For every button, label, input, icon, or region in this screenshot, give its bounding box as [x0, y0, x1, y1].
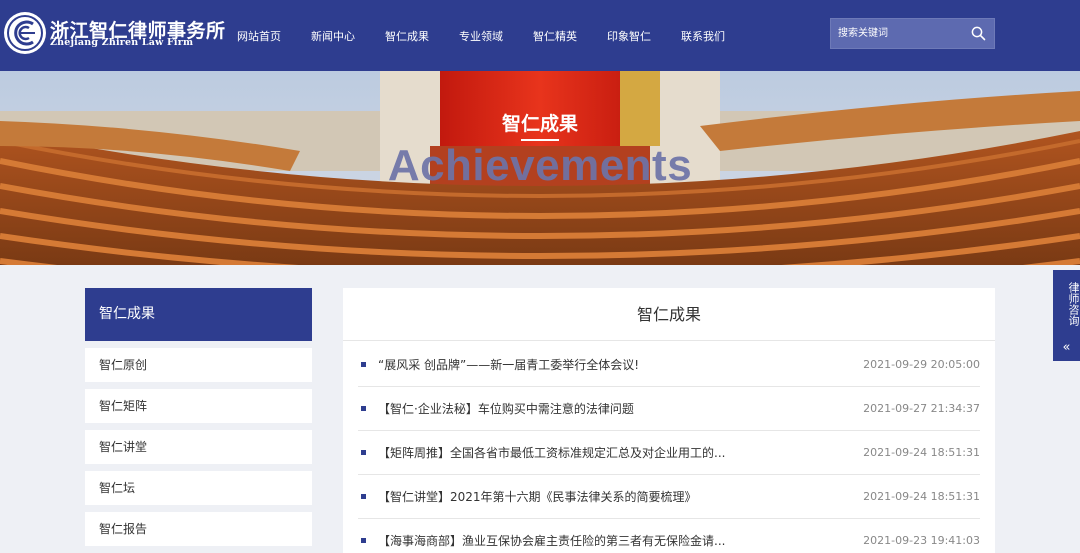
- panel-title: 智仁成果: [343, 288, 995, 341]
- bullet-icon: [361, 450, 366, 455]
- sidebar-item-matrix[interactable]: 智仁矩阵: [85, 389, 312, 423]
- article-row[interactable]: “展风采 创品牌”——新一届青工委举行全体会议! 2021-09-29 20:0…: [358, 343, 980, 387]
- article-title[interactable]: 【矩阵周推】全国各省市最低工资标准规定汇总及对企业用工的...: [378, 431, 725, 475]
- double-chevron-left-icon[interactable]: «: [1053, 341, 1080, 355]
- search-box: [830, 18, 995, 49]
- bullet-icon: [361, 538, 366, 543]
- banner-subtitle: Achievements: [387, 141, 693, 190]
- main-nav: 网站首页 新闻中心 智仁成果 专业领域 智仁精英 印象智仁 联系我们: [222, 0, 740, 71]
- bullet-icon: [361, 494, 366, 499]
- sidebar-item-lecture[interactable]: 智仁讲堂: [85, 430, 312, 464]
- article-date: 2021-09-24 18:51:31: [863, 446, 980, 459]
- article-title[interactable]: 【海事海商部】渔业互保协会雇主责任险的第三者有无保险金请...: [378, 519, 725, 553]
- article-date: 2021-09-23 19:41:03: [863, 534, 980, 547]
- sidebar-title: 智仁成果: [85, 288, 312, 341]
- banner-title: 智仁成果: [501, 113, 578, 135]
- brand-name-english: Zhejiang Zhiren Law Firm: [50, 37, 194, 48]
- article-row[interactable]: 【智仁·企业法秘】车位购买中需注意的法律问题 2021-09-27 21:34:…: [358, 387, 980, 431]
- nav-item-news[interactable]: 新闻中心: [296, 28, 370, 44]
- consult-label[interactable]: 律师咨询: [1053, 282, 1080, 326]
- article-title[interactable]: 【智仁·企业法秘】车位购买中需注意的法律问题: [378, 387, 634, 431]
- nav-item-team[interactable]: 智仁精英: [518, 28, 592, 44]
- article-row[interactable]: 【海事海商部】渔业互保协会雇主责任险的第三者有无保险金请... 2021-09-…: [358, 519, 980, 553]
- nav-item-impressions[interactable]: 印象智仁: [592, 28, 666, 44]
- search-icon[interactable]: [971, 26, 986, 41]
- nav-item-home[interactable]: 网站首页: [222, 28, 296, 44]
- firm-logo-icon[interactable]: [4, 12, 46, 54]
- sidebar-item-forum[interactable]: 智仁坛: [85, 471, 312, 505]
- bullet-icon: [361, 406, 366, 411]
- sidebar-item-report[interactable]: 智仁报告: [85, 512, 312, 546]
- content-panel: 智仁成果 “展风采 创品牌”——新一届青工委举行全体会议! 2021-09-29…: [343, 288, 995, 553]
- nav-item-practice-areas[interactable]: 专业领域: [444, 28, 518, 44]
- site-header: 浙江智仁律师事务所 Zhejiang Zhiren Law Firm 网站首页 …: [0, 0, 1080, 71]
- article-title[interactable]: 【智仁讲堂】2021年第十六期《民事法律关系的简要梳理》: [378, 475, 697, 519]
- nav-item-contact[interactable]: 联系我们: [666, 28, 740, 44]
- article-row[interactable]: 【智仁讲堂】2021年第十六期《民事法律关系的简要梳理》 2021-09-24 …: [358, 475, 980, 519]
- article-date: 2021-09-24 18:51:31: [863, 490, 980, 503]
- article-row[interactable]: 【矩阵周推】全国各省市最低工资标准规定汇总及对企业用工的... 2021-09-…: [358, 431, 980, 475]
- article-title[interactable]: “展风采 创品牌”——新一届青工委举行全体会议!: [378, 343, 639, 387]
- hero-banner: 智仁成果 Achievements: [0, 71, 1080, 265]
- lawyer-consult-tab[interactable]: 律师咨询 «: [1053, 270, 1080, 361]
- nav-item-achievements[interactable]: 智仁成果: [370, 28, 444, 44]
- sidebar-item-original[interactable]: 智仁原创: [85, 348, 312, 382]
- article-date: 2021-09-29 20:05:00: [863, 358, 980, 371]
- bullet-icon: [361, 362, 366, 367]
- search-input[interactable]: [831, 19, 961, 48]
- article-date: 2021-09-27 21:34:37: [863, 402, 980, 415]
